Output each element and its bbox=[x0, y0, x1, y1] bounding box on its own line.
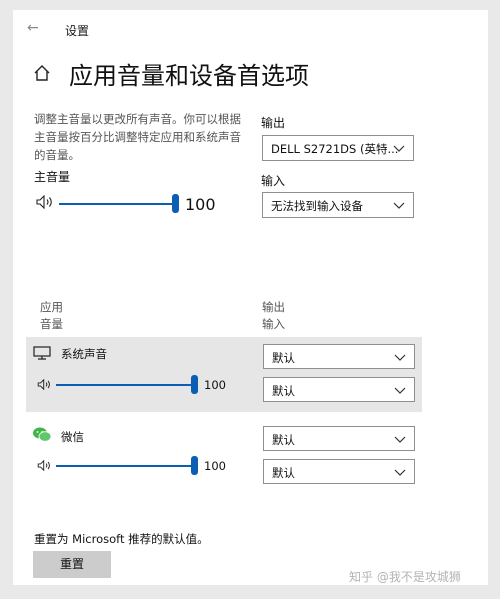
master-volume-slider[interactable] bbox=[59, 193, 181, 215]
chevron-down-icon bbox=[393, 145, 405, 152]
master-volume-thumb[interactable] bbox=[172, 194, 179, 213]
system-sounds-input-value: 默认 bbox=[272, 384, 295, 398]
chevron-down-icon bbox=[394, 436, 406, 443]
system-sounds-volume-thumb[interactable] bbox=[191, 375, 198, 394]
app-name-wechat: 微信 bbox=[61, 430, 84, 444]
reset-button[interactable]: 重置 bbox=[33, 551, 111, 578]
column-header-app: 应用 bbox=[40, 300, 63, 314]
output-label: 输出 bbox=[261, 116, 286, 130]
page-title: 应用音量和设备首选项 bbox=[69, 62, 309, 90]
chevron-down-icon bbox=[393, 202, 405, 209]
wechat-output-select[interactable]: 默认 bbox=[263, 426, 415, 451]
wechat-volume-value: 100 bbox=[204, 459, 226, 473]
input-label: 输入 bbox=[261, 174, 286, 188]
speaker-icon[interactable] bbox=[37, 379, 52, 390]
wechat-input-select[interactable]: 默认 bbox=[263, 459, 415, 484]
settings-window: ← 设置 应用音量和设备首选项 调整主音量以更改所有声音。你可以根据主音量按百分… bbox=[13, 10, 488, 585]
system-sounds-output-value: 默认 bbox=[272, 351, 295, 365]
output-device-value: DELL S2721DS (英特... bbox=[271, 142, 399, 156]
wechat-volume-slider[interactable] bbox=[56, 456, 201, 476]
app-name-system-sounds: 系统声音 bbox=[61, 347, 107, 361]
input-device-value: 无法找到输入设备 bbox=[271, 199, 363, 213]
system-sounds-volume-value: 100 bbox=[204, 378, 226, 392]
column-header-volume: 音量 bbox=[40, 317, 63, 331]
system-sounds-input-select[interactable]: 默认 bbox=[263, 377, 415, 402]
speaker-icon[interactable] bbox=[36, 195, 54, 209]
system-sounds-volume-track bbox=[56, 384, 194, 386]
home-icon bbox=[34, 65, 50, 81]
reset-description: 重置为 Microsoft 推荐的默认值。 bbox=[34, 532, 209, 546]
column-header-output: 输出 bbox=[262, 300, 285, 314]
wechat-volume-track bbox=[56, 465, 194, 467]
output-device-select[interactable]: DELL S2721DS (英特... bbox=[262, 135, 414, 161]
master-volume-value: 100 bbox=[185, 195, 216, 214]
wechat-output-value: 默认 bbox=[272, 433, 295, 447]
system-sounds-volume-slider[interactable] bbox=[56, 375, 201, 395]
wechat-icon bbox=[33, 427, 52, 442]
description-text: 调整主音量以更改所有声音。你可以根据主音量按百分比调整特定应用和系统声音的音量。 bbox=[34, 112, 241, 162]
wechat-volume-thumb[interactable] bbox=[191, 456, 198, 475]
window-title: 设置 bbox=[65, 24, 90, 38]
speaker-icon[interactable] bbox=[37, 460, 52, 471]
watermark: 知乎 @我不是攻城狮 bbox=[349, 570, 461, 584]
monitor-icon bbox=[33, 346, 51, 360]
column-header-input: 输入 bbox=[262, 317, 285, 331]
input-device-select[interactable]: 无法找到输入设备 bbox=[262, 192, 414, 218]
wechat-input-value: 默认 bbox=[272, 466, 295, 480]
back-arrow-icon[interactable]: ← bbox=[27, 20, 39, 36]
chevron-down-icon bbox=[394, 387, 406, 394]
master-volume-label: 主音量 bbox=[34, 170, 71, 184]
chevron-down-icon bbox=[394, 469, 406, 476]
chevron-down-icon bbox=[394, 354, 406, 361]
system-sounds-output-select[interactable]: 默认 bbox=[263, 344, 415, 369]
master-volume-track bbox=[59, 203, 174, 205]
